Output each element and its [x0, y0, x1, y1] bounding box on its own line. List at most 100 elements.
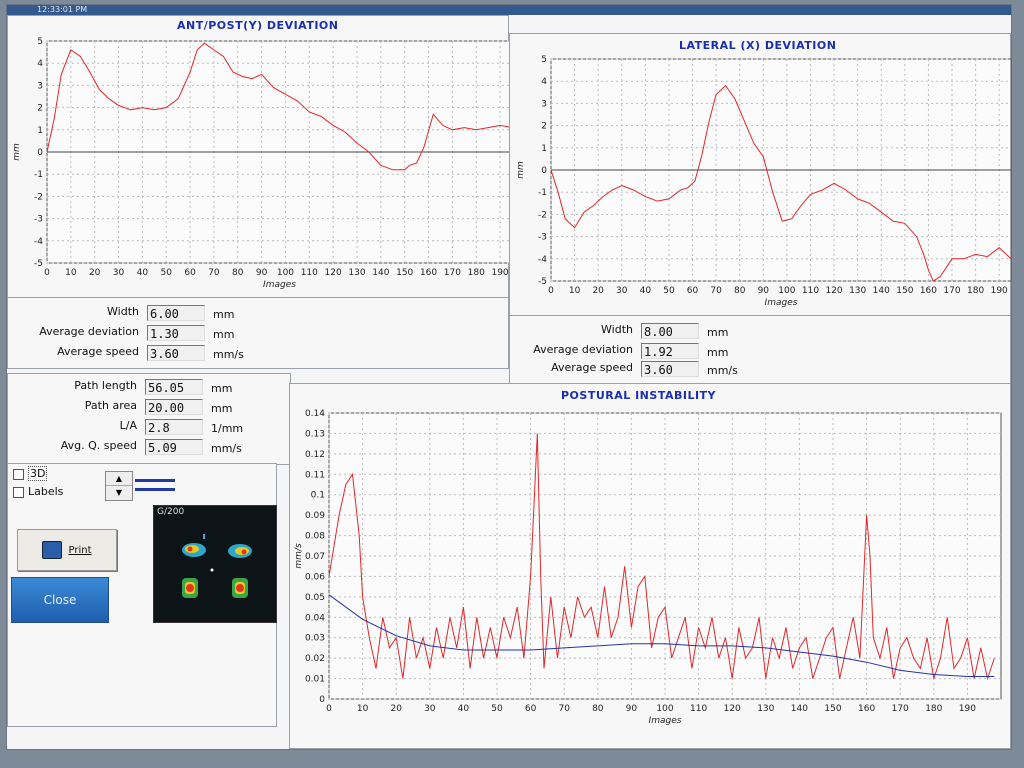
x-tick-label: 160 — [920, 286, 937, 296]
y-axis-label: mm/s — [294, 543, 304, 569]
y-tick-label: 2 — [37, 104, 43, 114]
ap-avgdev-label: Average deviation — [39, 325, 139, 338]
x-tick-label: 50 — [663, 286, 675, 296]
y-tick-label: 0.14 — [305, 409, 325, 419]
x-tick-label: 180 — [925, 704, 942, 714]
ap-avgspeed-label: Average speed — [57, 345, 139, 358]
checkbox-labels-label: Labels — [28, 485, 64, 498]
close-label: Close — [43, 593, 77, 607]
y-tick-label: -1 — [34, 170, 43, 180]
checkbox-labels-box[interactable] — [13, 486, 24, 498]
y-tick-label: 0.09 — [305, 511, 325, 521]
checkbox-3d-box[interactable] — [13, 468, 24, 480]
la-value: 2.8 — [145, 419, 203, 435]
avg-q-speed-value: 5.09 — [145, 439, 203, 455]
y-tick-label: 0.07 — [305, 552, 325, 562]
close-button[interactable]: Close — [11, 577, 109, 623]
x-tick-label: 90 — [626, 704, 638, 714]
x-tick-label: 0 — [326, 704, 332, 714]
ap-avgspeed-value: 3.60 — [147, 345, 205, 361]
line-width-spinner[interactable]: ▲ ▼ — [105, 471, 133, 501]
y-tick-label: 0.1 — [311, 491, 325, 501]
x-tick-label: 150 — [824, 704, 841, 714]
y-tick-label: 1 — [541, 144, 547, 154]
x-tick-label: 180 — [967, 286, 984, 296]
x-tick-label: 100 — [656, 704, 673, 714]
y-tick-label: 0 — [319, 695, 325, 705]
x-tick-label: 80 — [232, 268, 244, 278]
x-tick-label: 10 — [65, 268, 77, 278]
pi-chart: 0 10 20 30 40 50 60 70 80 90 100 110 120 130 140 150 160… — [294, 409, 1002, 726]
x-tick-label: 160 — [858, 704, 875, 714]
y-tick-label: -4 — [538, 255, 547, 265]
print-label: Print — [68, 544, 92, 556]
y-tick-label: 3 — [37, 81, 43, 91]
lat-avgdev-value: 1.92 — [641, 343, 699, 359]
line-style-preview — [135, 473, 175, 497]
x-tick-label: 160 — [420, 268, 437, 278]
y-tick-label: 2 — [541, 122, 547, 132]
pressure-map-label: G/200 — [157, 507, 185, 517]
ap-avgdev-unit: mm — [213, 328, 235, 341]
checkbox-3d[interactable]: 3D — [13, 466, 48, 481]
x-tick-label: 80 — [592, 704, 604, 714]
x-tick-label: 110 — [301, 268, 318, 278]
x-tick-label: 10 — [569, 286, 581, 296]
y-tick-label: 1 — [37, 126, 43, 136]
x-tick-label: 110 — [690, 704, 707, 714]
path-stats: Path length 56.05 mm Path area 20.00 mm L/A 2… — [7, 377, 289, 463]
x-tick-label: 10 — [357, 704, 369, 714]
ap-width-label: Width — [107, 305, 139, 318]
spin-up-icon[interactable]: ▲ — [106, 472, 132, 486]
y-tick-label: 0.13 — [305, 429, 325, 439]
lat-chart: 0 10 20 30 40 50 60 70 80 90 100 110 120 130 140 150 160… — [516, 55, 1012, 308]
avg-q-speed-unit: mm/s — [211, 442, 242, 455]
pressure-map-image — [182, 534, 252, 598]
spin-down-icon[interactable]: ▼ — [106, 486, 132, 499]
path-length-value: 56.05 — [145, 379, 203, 395]
x-tick-label: 100 — [277, 268, 294, 278]
ap-avgspeed-unit: mm/s — [213, 348, 244, 361]
x-tick-label: 180 — [468, 268, 485, 278]
checkbox-labels[interactable]: Labels — [13, 485, 63, 498]
lat-avgdev-label: Average deviation — [533, 343, 633, 356]
x-tick-label: 170 — [892, 704, 909, 714]
ap-width-value: 6.00 — [147, 305, 205, 321]
x-tick-label: 150 — [396, 268, 413, 278]
y-tick-label: 0.05 — [305, 593, 325, 603]
lat-width-value: 8.00 — [641, 323, 699, 339]
x-tick-label: 40 — [137, 268, 149, 278]
x-tick-label: 40 — [640, 286, 652, 296]
y-tick-label: 5 — [541, 55, 547, 65]
y-tick-label: -2 — [34, 192, 43, 202]
x-tick-label: 130 — [348, 268, 365, 278]
x-tick-label: 40 — [458, 704, 470, 714]
printer-icon — [42, 541, 63, 559]
x-tick-label: 0 — [44, 268, 50, 278]
y-tick-label: -2 — [538, 210, 547, 220]
lat-avgdev-unit: mm — [707, 346, 729, 359]
x-tick-label: 70 — [710, 286, 722, 296]
x-tick-label: 130 — [757, 704, 774, 714]
y-tick-label: -4 — [34, 237, 43, 247]
x-tick-label: 90 — [256, 268, 268, 278]
line-style-bar — [135, 479, 175, 482]
title-bar: 12:33:01 PM — [7, 5, 1011, 15]
x-tick-label: 70 — [558, 704, 570, 714]
x-tick-label: 20 — [390, 704, 402, 714]
y-tick-label: 0.01 — [305, 675, 325, 685]
la-label: L/A — [119, 419, 137, 432]
y-tick-label: 4 — [37, 59, 43, 69]
app-window: 12:33:01 PM ANT/POST(Y) DEVIATION 0 10 20 3… — [6, 4, 1012, 750]
x-tick-label: 30 — [616, 286, 628, 296]
x-tick-label: 150 — [896, 286, 913, 296]
pressure-map-thumbnail: G/200 — [153, 505, 277, 623]
lat-stats: Width 8.00 mm Average deviation 1.92 mm Aver… — [509, 321, 1009, 383]
checkbox-3d-label: 3D — [28, 466, 48, 481]
y-tick-label: 0 — [37, 148, 43, 158]
y-tick-label: -5 — [538, 277, 547, 287]
print-button[interactable]: Print — [17, 529, 117, 571]
x-tick-label: 20 — [89, 268, 101, 278]
y-tick-label: -1 — [538, 188, 547, 198]
y-tick-label: 0.11 — [305, 470, 325, 480]
